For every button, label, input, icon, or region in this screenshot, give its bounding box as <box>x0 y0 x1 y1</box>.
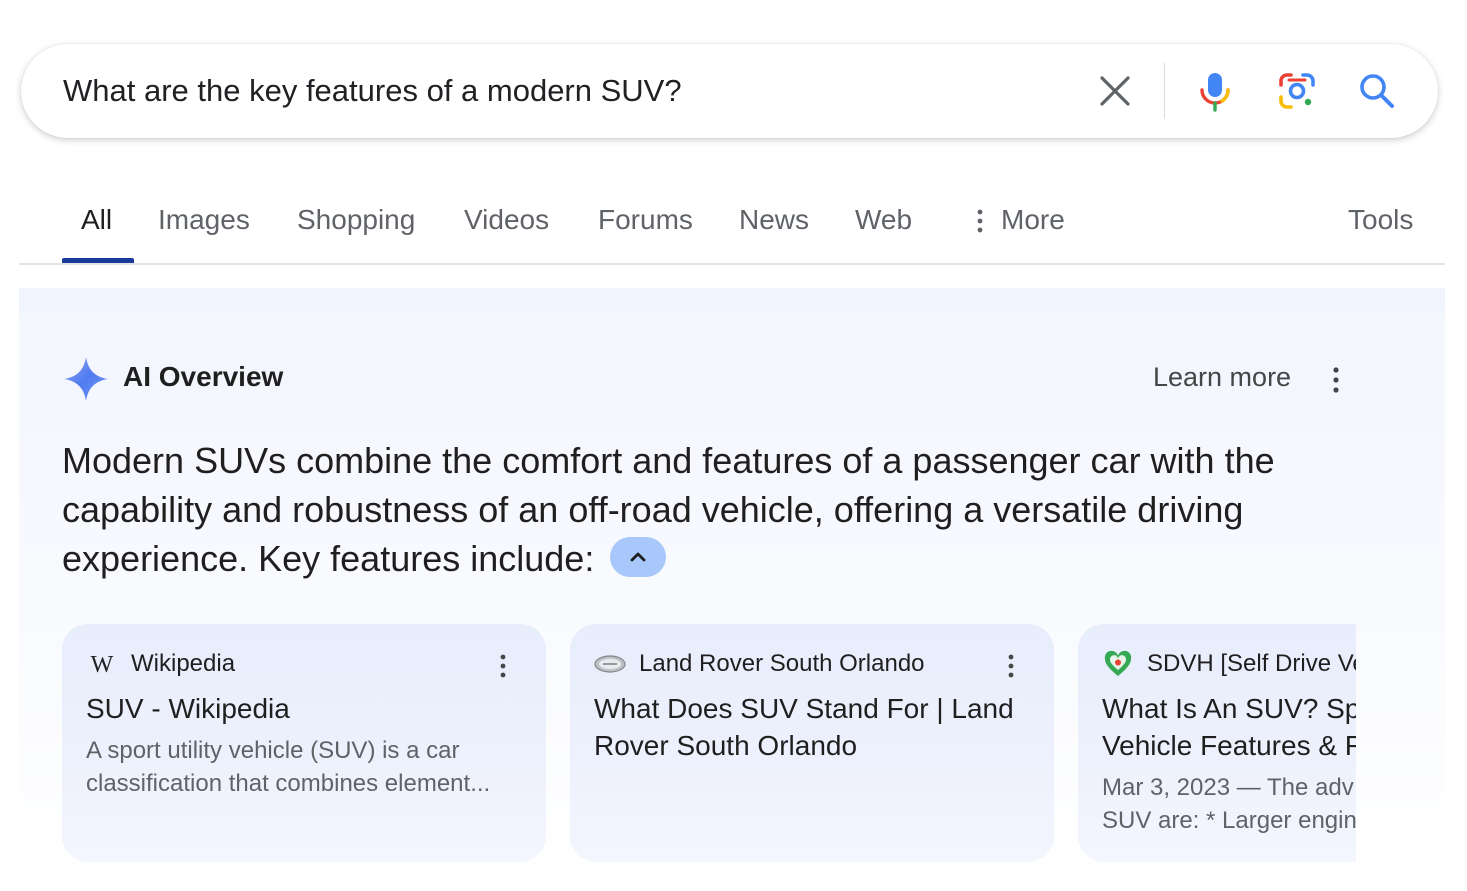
tab-shopping[interactable]: Shopping <box>297 200 415 240</box>
ai-overview-title: AI Overview <box>123 361 284 392</box>
source-site-name: SDVH [Self Drive Ve <box>1147 650 1356 677</box>
tab-videos[interactable]: Videos <box>464 200 549 240</box>
ai-overview-summary: Modern SUVs combine the comfort and feat… <box>62 436 1362 583</box>
source-title: SUV - Wikipedia <box>86 693 290 724</box>
search-bar-divider <box>1164 63 1165 119</box>
source-card-wikipedia[interactable]: W Wikipedia SUV - Wikipedia A sport util… <box>62 624 546 862</box>
source-title-line: Vehicle Features & F <box>1102 730 1356 761</box>
source-cards: W Wikipedia SUV - Wikipedia A sport util… <box>62 624 1356 862</box>
search-input[interactable] <box>63 68 1083 114</box>
search-icon[interactable] <box>1355 69 1399 113</box>
microphone-icon[interactable] <box>1193 69 1237 113</box>
source-site-name: Wikipedia <box>131 650 236 677</box>
tab-web[interactable]: Web <box>855 200 912 240</box>
source-site-name: Land Rover South Orlando <box>639 650 925 677</box>
more-vert-icon[interactable] <box>496 652 510 680</box>
learn-more-link[interactable]: Learn more <box>1153 362 1291 393</box>
source-snippet-line: Mar 3, 2023 — The adv <box>1102 774 1354 801</box>
tabs-divider <box>19 263 1445 265</box>
source-card-sdvh[interactable]: SDVH [Self Drive Ve What Is An SUV? Spo … <box>1078 624 1356 862</box>
sdvh-icon <box>1104 650 1132 676</box>
chevron-up-icon <box>630 553 646 562</box>
search-bar <box>21 44 1438 138</box>
clear-icon[interactable] <box>1093 69 1137 113</box>
tab-all[interactable]: All <box>81 200 112 240</box>
source-card-land-rover[interactable]: Land Rover South Orlando What Does SUV S… <box>570 624 1054 862</box>
search-tabs: All Images Shopping Videos Forums News W… <box>0 190 1467 266</box>
collapse-sources-button[interactable] <box>610 537 667 578</box>
gemini-sparkle-icon <box>64 357 108 401</box>
google-lens-icon[interactable] <box>1275 69 1319 113</box>
source-title: What Is An SUV? Spo Vehicle Features & F <box>1102 690 1356 764</box>
wikipedia-icon: W <box>91 652 114 678</box>
source-snippet-line: SUV are: * Larger engin <box>1102 807 1356 834</box>
source-title-line: What Is An SUV? Spo <box>1102 693 1356 724</box>
tab-news[interactable]: News <box>739 200 809 240</box>
tab-more[interactable]: More <box>1001 200 1065 240</box>
land-rover-icon <box>594 655 626 673</box>
svg-text:W: W <box>91 652 114 678</box>
tab-images[interactable]: Images <box>158 200 250 240</box>
tools-button[interactable]: Tools <box>1348 200 1413 240</box>
ai-summary-text: Modern SUVs combine the comfort and feat… <box>62 440 1275 579</box>
source-snippet: A sport utility vehicle (SUV) is a car c… <box>86 737 491 797</box>
source-snippet: Mar 3, 2023 — The adv SUV are: * Larger … <box>1102 771 1356 837</box>
more-vert-icon[interactable] <box>974 208 986 234</box>
ai-overview-menu-icon[interactable] <box>1328 364 1344 396</box>
source-title: What Does SUV Stand For | Land Rover Sou… <box>594 693 1014 761</box>
more-vert-icon[interactable] <box>1004 652 1018 680</box>
tab-forums[interactable]: Forums <box>598 200 693 240</box>
